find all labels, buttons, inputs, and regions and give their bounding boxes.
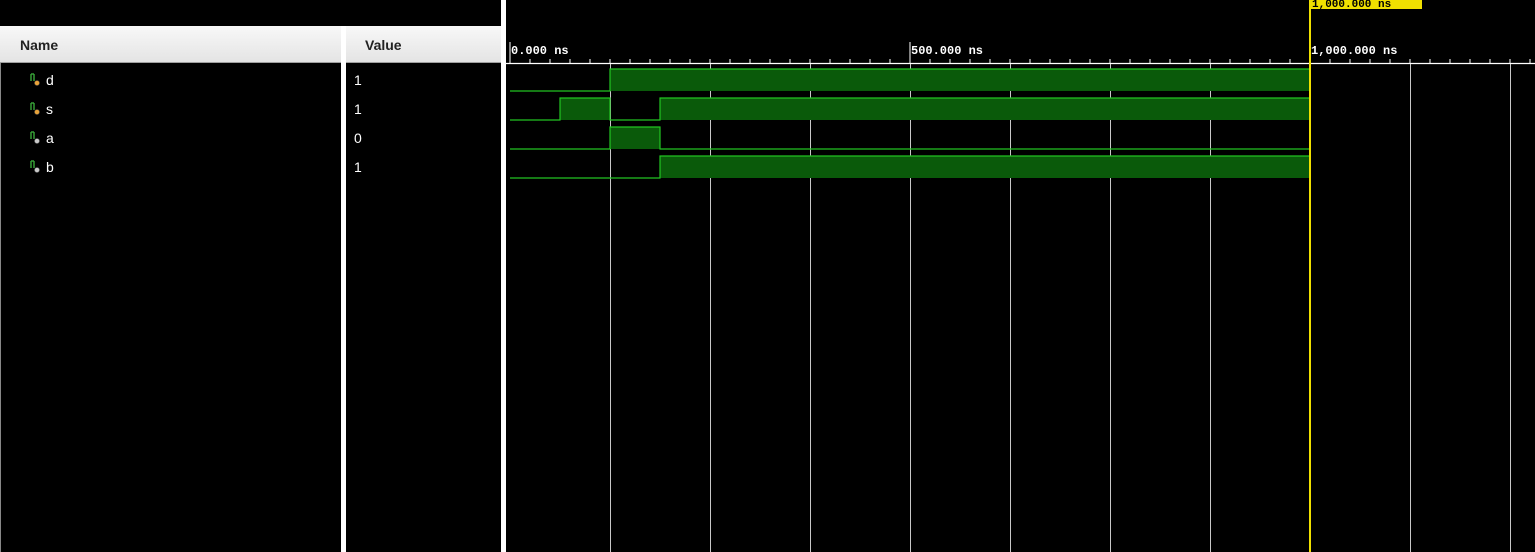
time-tick-label: 0.000 ns [511,44,569,58]
high-segment [660,98,1310,120]
bit-signal-icon [30,131,40,144]
cursor-time-label: 1,000.000 ns [1312,0,1391,11]
top-strip [0,0,500,26]
bit-signal-icon [30,160,40,173]
value-header-label: Value [365,37,402,53]
signal-row-a[interactable]: a [0,124,341,153]
panel-edge [0,63,1,552]
value-panel: Value 1 1 0 1 [346,26,501,552]
signal-name: s [46,101,53,117]
high-segment [560,98,610,120]
high-segment [610,69,1310,91]
signal-value-s: 1 [354,101,362,117]
signal-value-d: 1 [354,72,362,88]
bit-signal-icon [30,102,40,115]
time-tick-label: 500.000 ns [911,44,983,58]
signal-row-d[interactable]: d [0,66,341,95]
value-column-header[interactable]: Value [346,26,501,63]
signal-name: a [46,130,54,146]
high-segment [610,127,660,149]
signal-value-a: 0 [354,130,362,146]
waveform-canvas[interactable]: 0.000 ns500.000 ns1,000.000 ns1,500.000 … [506,0,1535,552]
signal-row-s[interactable]: s [0,95,341,124]
signal-row-b[interactable]: b [0,153,341,182]
name-column-header[interactable]: Name [0,26,341,63]
bit-signal-icon [30,73,40,86]
signal-value-b: 1 [354,159,362,175]
name-header-label: Name [20,37,59,53]
signal-name: d [46,72,54,88]
signal-name: b [46,159,54,175]
high-segment [660,156,1310,178]
time-tick-label: 1,000.000 ns [1311,44,1397,58]
name-panel: Name dsab [0,26,341,552]
